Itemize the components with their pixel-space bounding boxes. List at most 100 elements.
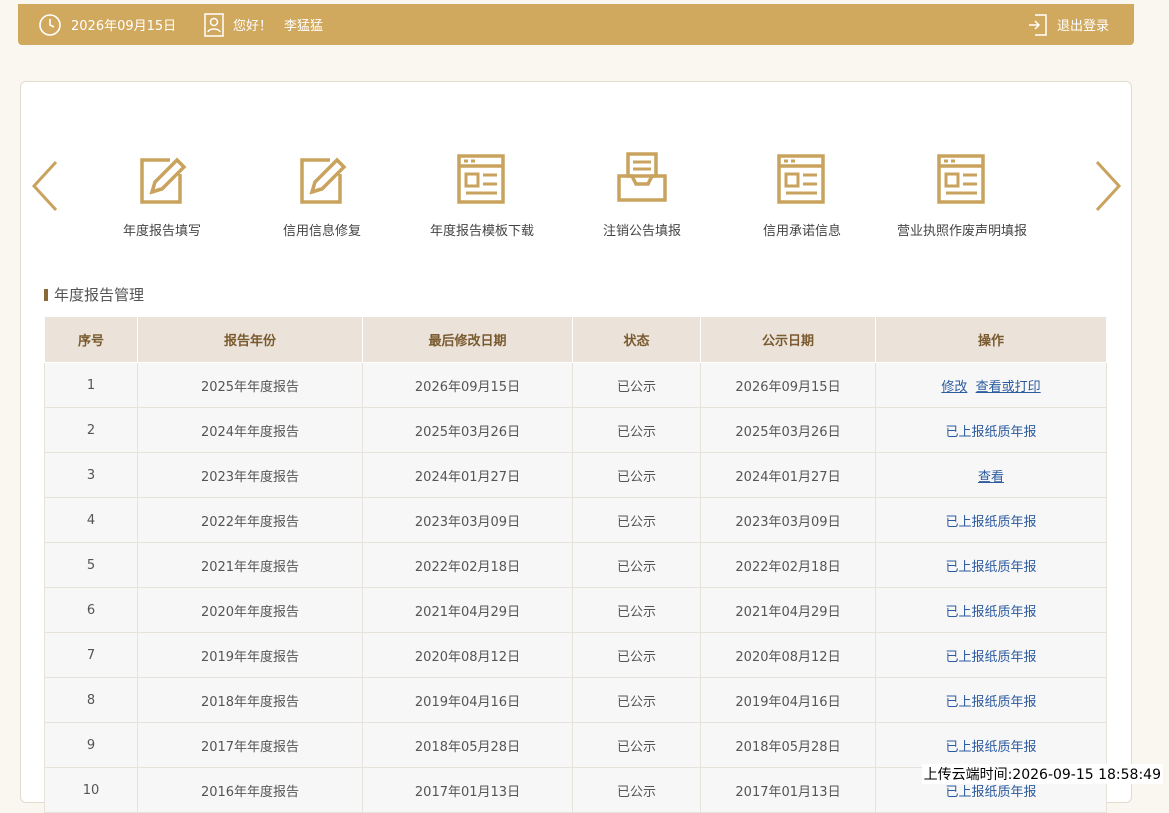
cell-published: 2020年08月12日 [700,632,876,678]
user-greeting: 您好！ 李猛猛 [204,4,323,45]
view-print-link[interactable]: 查看或打印 [976,380,1041,395]
inbox-icon [562,150,722,206]
carousel-prev-arrow[interactable] [30,158,60,214]
edit-icon [242,150,402,206]
menu-license-void-statement[interactable]: 营业执照作废声明填报 [882,150,1042,239]
cell-no: 4 [44,497,138,543]
menu-credit-repair[interactable]: 信用信息修复 [242,150,402,239]
cell-actions: 已上报纸质年报 [875,407,1107,453]
menu-annual-report-fill[interactable]: 年度报告填写 [82,150,242,239]
column-header: 公示日期 [700,316,876,363]
cell-no: 8 [44,677,138,723]
cell-modified: 2024年01月27日 [362,452,573,498]
menu-template-download[interactable]: 年度报告模板下载 [402,150,562,239]
top-bar: 2026年09月15日 您好！ 李猛猛 退出登录 [18,4,1134,45]
cell-status: 已公示 [572,362,701,408]
cell-modified: 2023年03月09日 [362,497,573,543]
paper-report-link[interactable]: 已上报纸质年报 [945,695,1036,710]
cell-actions: 已上报纸质年报 [875,632,1107,678]
cell-actions: 已上报纸质年报 [875,542,1107,588]
cell-no: 2 [44,407,138,453]
cell-published: 2017年01月13日 [700,767,876,813]
menu-credit-commitment[interactable]: 信用承诺信息 [722,150,882,239]
cell-modified: 2025年03月26日 [362,407,573,453]
user-card-icon [204,12,224,37]
menu-cancellation-notice[interactable]: 注销公告填报 [562,150,722,239]
paper-report-link[interactable]: 已上报纸质年报 [945,650,1036,665]
cell-no: 6 [44,587,138,633]
carousel-next-arrow[interactable] [1093,158,1123,214]
table-row: 4 2022年年度报告 2023年03月09日 已公示 2023年03月09日 … [44,497,1107,543]
cell-modified: 2022年02月18日 [362,542,573,588]
menu-label: 年度报告填写 [122,224,201,239]
paper-report-link[interactable]: 已上报纸质年报 [945,515,1036,530]
cell-year: 2024年年度报告 [137,407,363,453]
view-link[interactable]: 查看 [978,470,1004,485]
cell-actions: 修改 查看或打印 [875,362,1107,408]
cell-status: 已公示 [572,542,701,588]
cell-status: 已公示 [572,767,701,813]
paper-report-link[interactable]: 已上报纸质年报 [945,425,1036,440]
cell-published: 2021年04月29日 [700,587,876,633]
template-icon [882,150,1042,206]
table-row: 8 2018年年度报告 2019年04月16日 已公示 2019年04月16日 … [44,677,1107,723]
cell-no: 7 [44,632,138,678]
annual-report-table: 序号 报告年份 最后修改日期 状态 公示日期 操作 1 2025年年度报告 20… [44,316,1107,813]
cell-actions: 已上报纸质年报 [875,587,1107,633]
cell-status: 已公示 [572,632,701,678]
table-row: 5 2021年年度报告 2022年02月18日 已公示 2022年02月18日 … [44,542,1107,588]
cell-no: 5 [44,542,138,588]
table-header-row: 序号 报告年份 最后修改日期 状态 公示日期 操作 [44,316,1107,363]
edit-link[interactable]: 修改 [941,380,967,395]
cell-modified: 2020年08月12日 [362,632,573,678]
cell-year: 2018年年度报告 [137,677,363,723]
cell-published: 2024年01月27日 [700,452,876,498]
column-header: 状态 [572,316,701,363]
cell-published: 2018年05月28日 [700,722,876,768]
cell-modified: 2019年04月16日 [362,677,573,723]
logout-label: 退出登录 [1056,19,1109,34]
upload-timestamp: 上传云端时间:2026-09-15 18:58:49 [921,764,1163,784]
menu-label: 信用承诺信息 [762,224,841,239]
cell-status: 已公示 [572,452,701,498]
greeting-text: 您好！ [233,19,273,34]
clock-icon [38,13,62,37]
menu-label: 信用信息修复 [282,224,361,239]
username: 李猛猛 [284,19,324,34]
cell-modified: 2017年01月13日 [362,767,573,813]
cell-published: 2026年09月15日 [700,362,876,408]
table-row: 1 2025年年度报告 2026年09月15日 已公示 2026年09月15日 … [44,362,1107,408]
cell-published: 2022年02月18日 [700,542,876,588]
template-icon [722,150,882,206]
table-row: 6 2020年年度报告 2021年04月29日 已公示 2021年04月29日 … [44,587,1107,633]
current-date: 2026年09月15日 [71,19,177,34]
cell-published: 2019年04月16日 [700,677,876,723]
cell-status: 已公示 [572,722,701,768]
paper-report-link[interactable]: 已上报纸质年报 [945,560,1036,575]
column-header: 序号 [44,316,138,363]
paper-report-link[interactable]: 已上报纸质年报 [945,605,1036,620]
cell-no: 9 [44,722,138,768]
cell-status: 已公示 [572,407,701,453]
paper-report-link[interactable]: 已上报纸质年报 [945,785,1036,800]
cell-modified: 2021年04月29日 [362,587,573,633]
edit-icon [82,150,242,206]
cell-year: 2023年年度报告 [137,452,363,498]
cell-year: 2017年年度报告 [137,722,363,768]
table-row: 2 2024年年度报告 2025年03月26日 已公示 2025年03月26日 … [44,407,1107,453]
logout-button[interactable]: 退出登录 [1028,4,1109,45]
cell-published: 2025年03月26日 [700,407,876,453]
cell-year: 2021年年度报告 [137,542,363,588]
cell-published: 2023年03月09日 [700,497,876,543]
paper-report-link[interactable]: 已上报纸质年报 [945,740,1036,755]
table-row: 7 2019年年度报告 2020年08月12日 已公示 2020年08月12日 … [44,632,1107,678]
menu-label: 年度报告模板下载 [429,224,534,239]
logout-icon [1028,13,1048,37]
cell-no: 1 [44,362,138,408]
cell-no: 10 [44,767,138,813]
cell-no: 3 [44,452,138,498]
cell-status: 已公示 [572,587,701,633]
date-display: 2026年09月15日 [38,4,176,45]
section-title-text: 年度报告管理 [54,286,145,304]
menu-label: 营业执照作废声明填报 [896,224,1027,239]
